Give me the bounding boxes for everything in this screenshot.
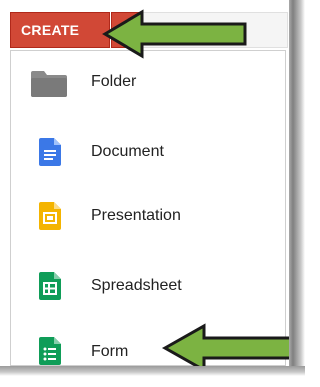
spreadsheet-icon (39, 272, 61, 300)
menu-item-label: Spreadsheet (91, 277, 182, 294)
menu-item-spreadsheet[interactable]: Spreadsheet (11, 256, 285, 320)
menu-item-label: Document (91, 143, 164, 160)
menu-item-label: Form (91, 343, 129, 360)
presentation-icon (39, 202, 61, 230)
frame-shadow-right (289, 0, 305, 376)
menu-item-label: Presentation (91, 207, 181, 224)
create-button[interactable]: CREATE (10, 12, 110, 48)
screenshot-frame: CREATE Folder Document Presentation Spre… (0, 0, 305, 376)
menu-item-presentation[interactable]: Presentation (11, 184, 285, 248)
create-menu: Folder Document Presentation Spreadsheet… (10, 50, 286, 366)
form-icon (39, 337, 61, 365)
menu-item-label: Folder (91, 73, 137, 90)
menu-item-document[interactable]: Document (11, 121, 285, 185)
folder-icon (31, 71, 67, 97)
frame-shadow-bottom (0, 366, 305, 376)
document-icon (39, 138, 61, 166)
create-button-label: CREATE (21, 22, 80, 38)
annotation-arrow-create (102, 9, 247, 59)
